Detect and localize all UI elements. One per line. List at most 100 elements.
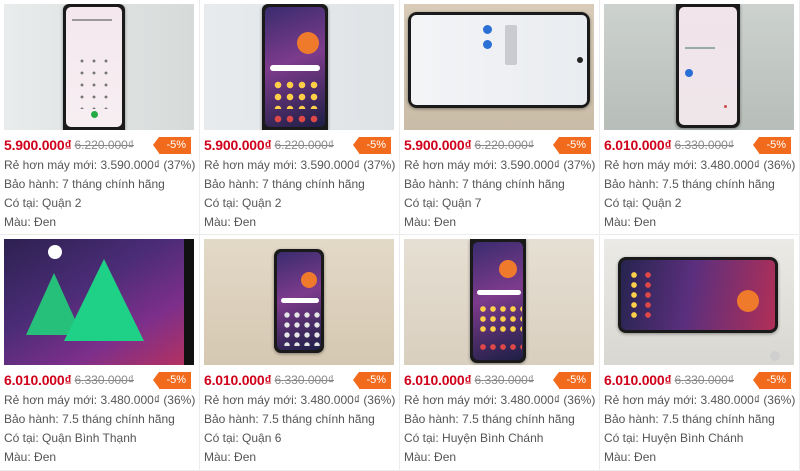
cheaper-value: 3.480.000₫ (36%) — [700, 393, 796, 407]
product-card[interactable]: 5.900.000₫ 6.220.000₫ -5% Rẻ hơn máy mới… — [0, 0, 200, 235]
warranty-value: 7.5 tháng chính hãng — [662, 412, 775, 426]
color-label: Màu: — [204, 215, 231, 229]
product-photo[interactable] — [4, 239, 194, 365]
discount-badge: -5% — [353, 136, 391, 154]
product-card[interactable]: 6.010.000₫ 6.330.000₫ -5% Rẻ hơn máy mới… — [400, 235, 600, 471]
color-value: Đen — [634, 450, 657, 464]
location-value: Quận 2 — [242, 196, 282, 210]
warranty-label: Bảo hành: — [4, 177, 59, 191]
color-label: Màu: — [404, 450, 431, 464]
location-label: Có tại: — [4, 431, 39, 445]
location-value: Quận 2 — [42, 196, 82, 210]
product-photo[interactable] — [404, 239, 594, 365]
warranty-label: Bảo hành: — [4, 412, 59, 426]
discount-badge: -5% — [353, 371, 391, 389]
warranty-value: 7 tháng chính hãng — [62, 177, 165, 191]
cheaper-label: Rẻ hơn máy mới: — [204, 158, 298, 172]
color-value: Đen — [234, 450, 257, 464]
product-info: 6.010.000₫ 6.330.000₫ -5% Rẻ hơn máy mới… — [4, 369, 197, 467]
location-label: Có tại: — [204, 431, 239, 445]
product-card[interactable]: 6.010.000₫ 6.330.000₫ -5% Rẻ hơn máy mới… — [200, 235, 400, 471]
color-value: Đen — [434, 450, 457, 464]
location-value: Huyện Bình Chánh — [442, 431, 544, 445]
discount-badge: -5% — [153, 136, 191, 154]
warranty-label: Bảo hành: — [604, 412, 659, 426]
product-photo[interactable] — [4, 4, 194, 130]
old-price: 6.330.000₫ — [674, 138, 735, 152]
cheaper-value: 3.590.000₫ (37%) — [100, 158, 196, 172]
price: 5.900.000₫ — [204, 137, 272, 153]
product-photo[interactable] — [404, 4, 594, 130]
location-value: Quận 2 — [642, 196, 682, 210]
old-price: 6.220.000₫ — [274, 138, 335, 152]
color-label: Màu: — [4, 450, 31, 464]
old-price: 6.220.000₫ — [74, 138, 135, 152]
old-price: 6.330.000₫ — [274, 373, 335, 387]
warranty-value: 7.5 tháng chính hãng — [62, 412, 175, 426]
price: 6.010.000₫ — [404, 372, 472, 388]
old-price: 6.330.000₫ — [74, 373, 135, 387]
cheaper-value: 3.480.000₫ (36%) — [700, 158, 796, 172]
warranty-value: 7 tháng chính hãng — [262, 177, 365, 191]
location-value: Quận 6 — [242, 431, 282, 445]
cheaper-label: Rẻ hơn máy mới: — [404, 393, 498, 407]
old-price: 6.330.000₫ — [674, 373, 735, 387]
cheaper-label: Rẻ hơn máy mới: — [4, 393, 98, 407]
product-photo[interactable] — [204, 239, 394, 365]
color-value: Đen — [34, 450, 57, 464]
warranty-label: Bảo hành: — [404, 177, 459, 191]
discount-badge: -5% — [153, 371, 191, 389]
discount-badge: -5% — [753, 136, 791, 154]
location-label: Có tại: — [4, 196, 39, 210]
cheaper-label: Rẻ hơn máy mới: — [604, 158, 698, 172]
product-photo[interactable] — [604, 4, 794, 130]
cheaper-value: 3.590.000₫ (37%) — [500, 158, 596, 172]
color-label: Màu: — [204, 450, 231, 464]
color-label: Màu: — [404, 215, 431, 229]
cheaper-value: 3.480.000₫ (36%) — [100, 393, 196, 407]
product-info: 5.900.000₫ 6.220.000₫ -5% Rẻ hơn máy mới… — [4, 134, 197, 232]
price: 5.900.000₫ — [404, 137, 472, 153]
location-label: Có tại: — [404, 431, 439, 445]
warranty-label: Bảo hành: — [404, 412, 459, 426]
cheaper-label: Rẻ hơn máy mới: — [204, 393, 298, 407]
location-label: Có tại: — [404, 196, 439, 210]
color-value: Đen — [434, 215, 457, 229]
product-card[interactable]: 6.010.000₫ 6.330.000₫ -5% Rẻ hơn máy mới… — [600, 0, 800, 235]
product-photo[interactable] — [604, 239, 794, 365]
product-card[interactable]: 5.900.000₫ 6.220.000₫ -5% Rẻ hơn máy mới… — [200, 0, 400, 235]
location-value: Huyện Bình Chánh — [642, 431, 744, 445]
product-card[interactable]: 6.010.000₫ 6.330.000₫ -5% Rẻ hơn máy mới… — [0, 235, 200, 471]
price: 5.900.000₫ — [4, 137, 72, 153]
color-label: Màu: — [4, 215, 31, 229]
location-value: Quận Bình Thạnh — [42, 431, 137, 445]
product-grid: 5.900.000₫ 6.220.000₫ -5% Rẻ hơn máy mới… — [0, 0, 800, 471]
cheaper-label: Rẻ hơn máy mới: — [4, 158, 98, 172]
product-info: 5.900.000₫ 6.220.000₫ -5% Rẻ hơn máy mới… — [204, 134, 397, 232]
product-photo[interactable] — [204, 4, 394, 130]
cheaper-label: Rẻ hơn máy mới: — [404, 158, 498, 172]
color-value: Đen — [234, 215, 257, 229]
product-card[interactable]: 5.900.000₫ 6.220.000₫ -5% Rẻ hơn máy mới… — [400, 0, 600, 235]
color-label: Màu: — [604, 215, 631, 229]
price: 6.010.000₫ — [604, 372, 672, 388]
color-value: Đen — [34, 215, 57, 229]
price: 6.010.000₫ — [604, 137, 672, 153]
cheaper-label: Rẻ hơn máy mới: — [604, 393, 698, 407]
location-label: Có tại: — [604, 196, 639, 210]
cheaper-value: 3.480.000₫ (36%) — [300, 393, 396, 407]
discount-badge: -5% — [553, 136, 591, 154]
product-info: 6.010.000₫ 6.330.000₫ -5% Rẻ hơn máy mới… — [404, 369, 597, 467]
warranty-value: 7.5 tháng chính hãng — [662, 177, 775, 191]
cheaper-value: 3.480.000₫ (36%) — [500, 393, 596, 407]
color-value: Đen — [634, 215, 657, 229]
product-info: 5.900.000₫ 6.220.000₫ -5% Rẻ hơn máy mới… — [404, 134, 597, 232]
old-price: 6.330.000₫ — [474, 373, 535, 387]
product-card[interactable]: 6.010.000₫ 6.330.000₫ -5% Rẻ hơn máy mới… — [600, 235, 800, 471]
product-info: 6.010.000₫ 6.330.000₫ -5% Rẻ hơn máy mới… — [604, 134, 797, 232]
price: 6.010.000₫ — [204, 372, 272, 388]
warranty-value: 7 tháng chính hãng — [462, 177, 565, 191]
warranty-value: 7.5 tháng chính hãng — [462, 412, 575, 426]
cheaper-value: 3.590.000₫ (37%) — [300, 158, 396, 172]
location-label: Có tại: — [204, 196, 239, 210]
